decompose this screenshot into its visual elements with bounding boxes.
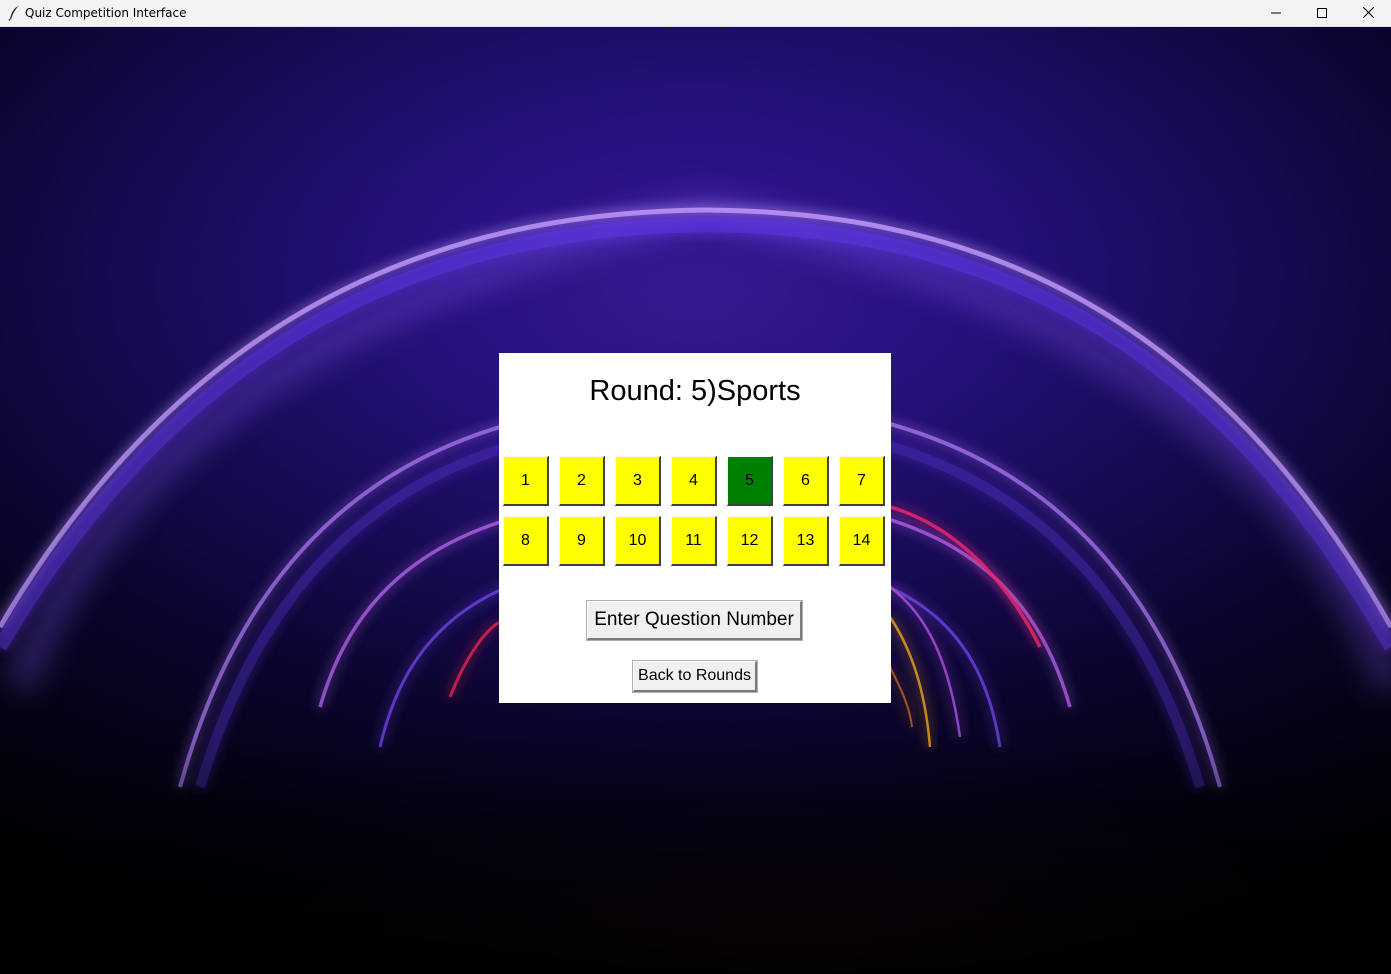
window-controls — [1253, 0, 1391, 27]
question-button[interactable]: 2 — [559, 456, 605, 506]
close-button[interactable] — [1345, 0, 1391, 27]
question-button[interactable]: 1 — [503, 456, 549, 506]
back-to-rounds-button[interactable]: Back to Rounds — [632, 660, 758, 693]
close-icon — [1362, 5, 1374, 23]
question-button[interactable]: 13 — [783, 516, 829, 566]
question-button[interactable]: 11 — [671, 516, 717, 566]
question-button[interactable]: 4 — [671, 456, 717, 506]
question-grid: 1 2 3 4 5 6 7 8 9 10 11 12 13 14 — [503, 456, 887, 566]
wallpaper-background: Round: 5)Sports 1 2 3 4 5 6 7 8 9 10 11 … — [0, 27, 1391, 974]
question-button[interactable]: 7 — [839, 456, 885, 506]
enter-question-number-button[interactable]: Enter Question Number — [586, 600, 803, 641]
question-button[interactable]: 8 — [503, 516, 549, 566]
minimize-button[interactable] — [1253, 0, 1299, 27]
maximize-icon — [1317, 5, 1327, 23]
question-button-selected[interactable]: 5 — [727, 456, 773, 506]
app-window: Quiz Competition Interface Round: 5)Spor… — [0, 0, 1391, 974]
question-button[interactable]: 9 — [559, 516, 605, 566]
question-button[interactable]: 10 — [615, 516, 661, 566]
question-button[interactable]: 6 — [783, 456, 829, 506]
title-bar[interactable]: Quiz Competition Interface — [0, 0, 1391, 27]
minimize-icon — [1271, 5, 1281, 23]
question-button[interactable]: 14 — [839, 516, 885, 566]
feather-icon — [7, 5, 21, 21]
window-title: Quiz Competition Interface — [25, 6, 187, 20]
question-button[interactable]: 12 — [727, 516, 773, 566]
round-panel: Round: 5)Sports 1 2 3 4 5 6 7 8 9 10 11 … — [499, 353, 891, 703]
question-button[interactable]: 3 — [615, 456, 661, 506]
maximize-button[interactable] — [1299, 0, 1345, 27]
round-title: Round: 5)Sports — [589, 375, 801, 407]
